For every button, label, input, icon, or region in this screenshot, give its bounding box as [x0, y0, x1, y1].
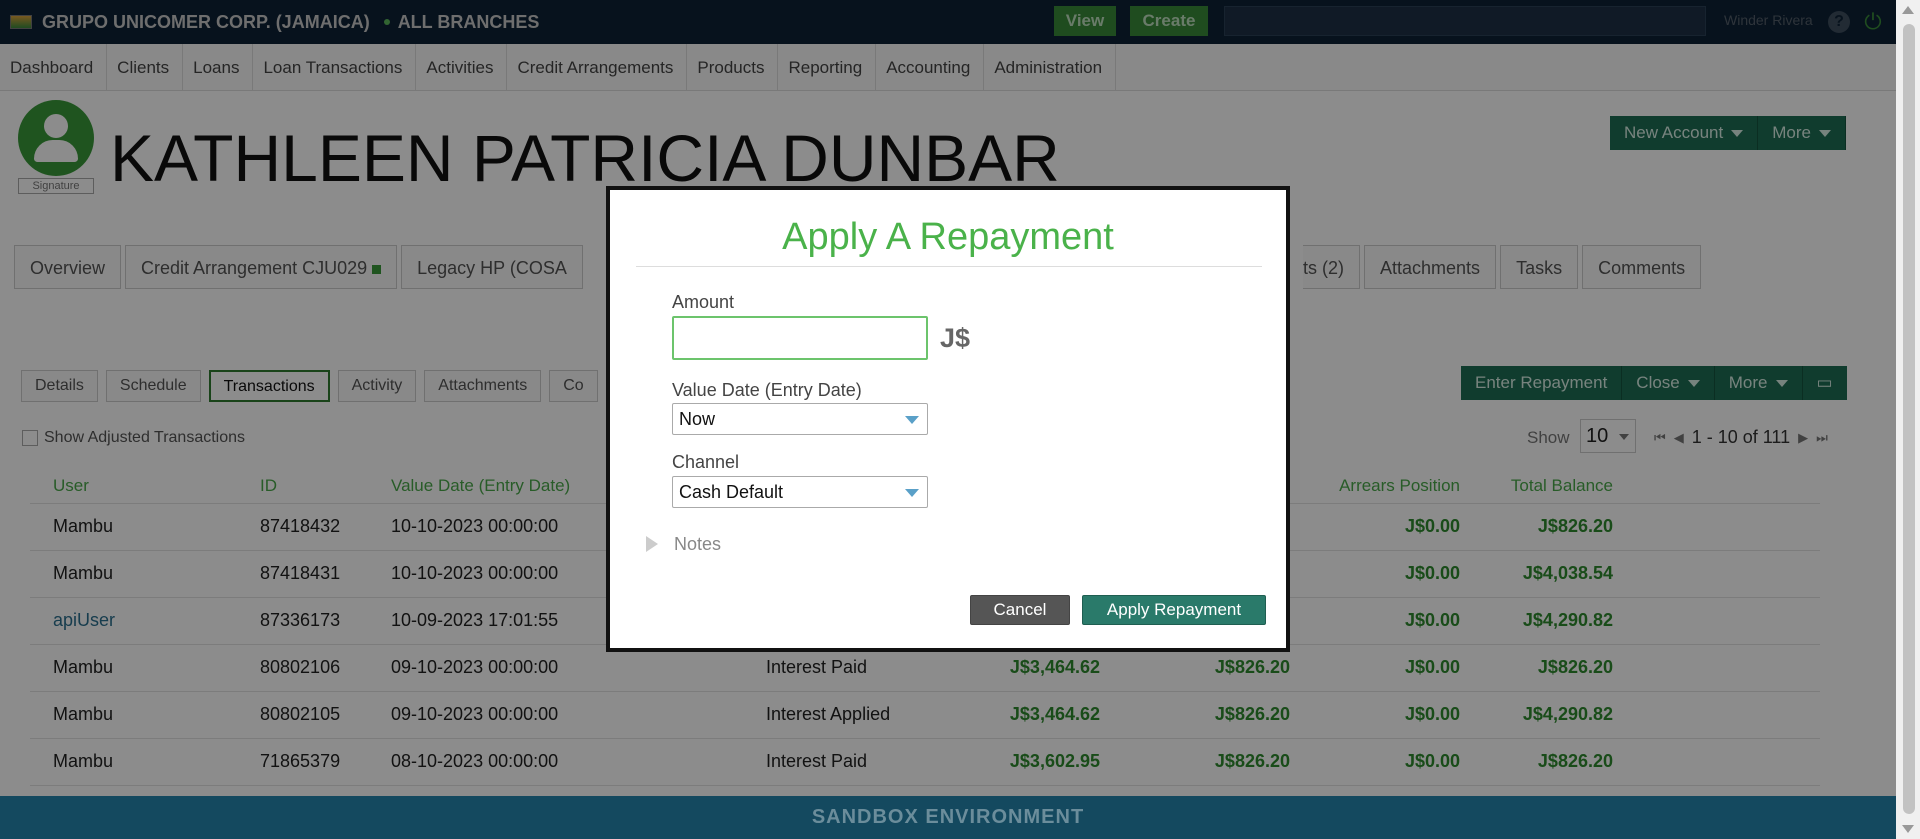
value-date-label: Value Date (Entry Date) [672, 380, 862, 400]
amount-label: Amount [672, 292, 735, 312]
apply-repayment-dialog: Apply A Repayment Amount J$ Value Date (… [606, 186, 1290, 652]
value-date-selected: Now [679, 409, 716, 429]
currency-label: J$ [940, 323, 971, 353]
cancel-button[interactable]: Cancel [970, 595, 1070, 625]
chevron-down-icon [905, 416, 919, 424]
amount-input[interactable] [672, 316, 928, 360]
scroll-down-arrow-icon[interactable] [1902, 825, 1914, 833]
dialog-title: Apply A Repayment [782, 216, 1114, 258]
notes-toggle[interactable]: Notes [674, 534, 721, 555]
chevron-down-icon [905, 489, 919, 497]
scrollbar-thumb[interactable] [1903, 24, 1915, 814]
apply-repayment-button[interactable]: Apply Repayment [1082, 595, 1266, 625]
dialog-divider [636, 266, 1262, 267]
expand-triangle-icon[interactable] [646, 536, 658, 552]
sandbox-environment-banner: SANDBOX ENVIRONMENT [0, 796, 1896, 839]
channel-selected: Cash Default [679, 482, 784, 502]
channel-label: Channel [672, 452, 740, 472]
channel-select[interactable]: Cash Default [672, 476, 928, 508]
value-date-select[interactable]: Now [672, 403, 928, 435]
scroll-up-arrow-icon[interactable] [1902, 6, 1914, 14]
